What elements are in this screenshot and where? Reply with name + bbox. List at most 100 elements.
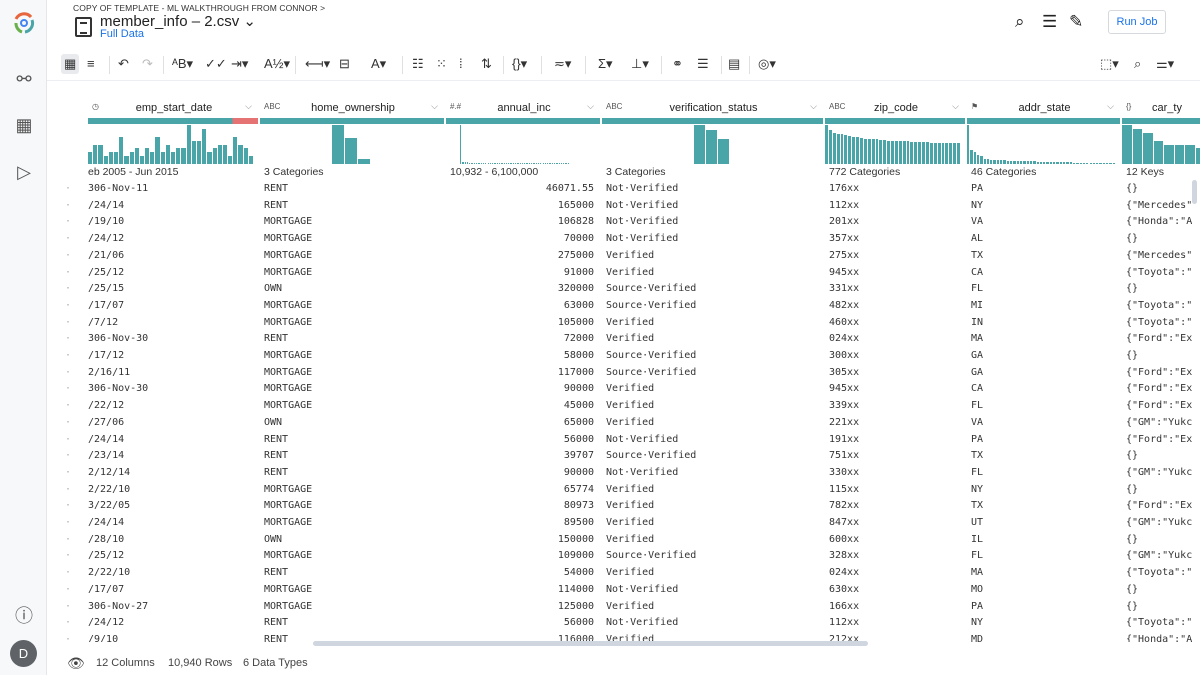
- histogram-bar[interactable]: [1043, 161, 1046, 164]
- histogram-bar[interactable]: [248, 156, 253, 164]
- histogram-bar[interactable]: [103, 156, 108, 164]
- cell[interactable]: Not·Verified: [606, 230, 823, 247]
- cell[interactable]: 320000: [446, 280, 594, 297]
- histogram-bar[interactable]: [487, 162, 489, 164]
- histogram-bar[interactable]: [544, 162, 547, 164]
- histogram-bar[interactable]: [1056, 162, 1059, 164]
- chevron-down-icon[interactable]: ⌵: [810, 101, 817, 112]
- histogram-bar[interactable]: [1195, 148, 1200, 164]
- histogram-bar[interactable]: [953, 143, 957, 164]
- chevron-down-icon[interactable]: ⌵: [1107, 101, 1114, 112]
- histogram-bar[interactable]: [983, 158, 986, 164]
- histogram-bar[interactable]: [119, 136, 124, 164]
- histogram-bar[interactable]: [542, 162, 544, 164]
- histogram-bar[interactable]: [567, 162, 569, 164]
- histogram-bar[interactable]: [1164, 144, 1174, 164]
- jobs-play-icon[interactable]: ▷: [12, 160, 36, 184]
- histogram-bar[interactable]: [848, 135, 852, 164]
- cell[interactable]: 2/22/10: [88, 564, 254, 581]
- cell[interactable]: 166xx: [829, 598, 965, 615]
- avatar[interactable]: D: [10, 640, 37, 667]
- column-header-annual_inc[interactable]: #.# annual_inc ⌵: [446, 99, 602, 117]
- histogram-bar[interactable]: [1069, 162, 1072, 164]
- cell[interactable]: /23/14: [88, 447, 254, 464]
- cell[interactable]: {}: [1126, 581, 1200, 598]
- histogram-bar[interactable]: [1063, 162, 1066, 164]
- histogram-bar[interactable]: [551, 162, 553, 164]
- cell[interactable]: /25/12: [88, 547, 254, 564]
- cell[interactable]: Not·Verified: [606, 431, 823, 448]
- hierarchy-icon[interactable]: ⊥▾: [631, 54, 649, 74]
- cell[interactable]: UT: [971, 514, 1120, 531]
- histogram-bar[interactable]: [526, 162, 528, 164]
- cell[interactable]: 46071.55: [446, 180, 594, 197]
- histogram-bar[interactable]: [345, 138, 357, 164]
- histogram-bar[interactable]: [196, 140, 202, 164]
- histogram-bar[interactable]: [863, 138, 867, 164]
- cell[interactable]: MORTGAGE: [264, 380, 444, 397]
- cell[interactable]: MORTGAGE: [264, 397, 444, 414]
- cell[interactable]: 105000: [446, 314, 594, 331]
- histogram-bar[interactable]: [492, 162, 494, 164]
- cell[interactable]: {"Toyota":": [1126, 314, 1200, 331]
- cell[interactable]: Not·Verified: [606, 213, 823, 230]
- cell[interactable]: /25/15: [88, 280, 254, 297]
- histogram-bar[interactable]: [1072, 162, 1076, 164]
- cell[interactable]: 114000: [446, 581, 594, 598]
- cell[interactable]: 125000: [446, 598, 594, 615]
- table-row[interactable]: · 306-Nov-30 MORTGAGE 90000 Verified 945xx CA {…: [47, 380, 1200, 397]
- help-icon[interactable]: ⓘ: [12, 604, 36, 628]
- histogram-bar[interactable]: [926, 142, 929, 164]
- select-columns-icon[interactable]: ⬚▾: [1100, 54, 1119, 74]
- cell[interactable]: FL: [971, 464, 1120, 481]
- cell[interactable]: /24/12: [88, 230, 254, 247]
- cell[interactable]: {}: [1126, 447, 1200, 464]
- histogram-bar[interactable]: [840, 134, 844, 164]
- cell[interactable]: GA: [971, 347, 1120, 364]
- cell[interactable]: RENT: [264, 447, 444, 464]
- cell[interactable]: VA: [971, 414, 1120, 431]
- cell[interactable]: MORTGAGE: [264, 264, 444, 281]
- histogram-bar[interactable]: [222, 144, 228, 164]
- column-histogram[interactable]: [1122, 124, 1200, 164]
- cell[interactable]: /24/14: [88, 431, 254, 448]
- cell[interactable]: Source·Verified: [606, 447, 823, 464]
- histogram-bar[interactable]: [540, 162, 542, 164]
- table-row[interactable]: · 2/12/14 RENT 90000 Not·Verified 330xx FL {"GM…: [47, 464, 1200, 481]
- histogram-bar[interactable]: [155, 136, 160, 164]
- histogram-bar[interactable]: [243, 148, 248, 164]
- cell[interactable]: 300xx: [829, 347, 965, 364]
- cell[interactable]: {"Ford":"Ex: [1126, 330, 1200, 347]
- histogram-bar[interactable]: [1096, 162, 1099, 164]
- cell[interactable]: MORTGAGE: [264, 247, 444, 264]
- cell[interactable]: PA: [971, 431, 1120, 448]
- histogram-bar[interactable]: [1089, 162, 1092, 164]
- cell[interactable]: RENT: [264, 564, 444, 581]
- column-header-zip_code[interactable]: ABC zip_code ⌵: [825, 99, 967, 117]
- column-histogram[interactable]: [88, 124, 254, 164]
- cell[interactable]: 330xx: [829, 464, 965, 481]
- insert-row-icon[interactable]: ☷: [412, 54, 424, 74]
- cell[interactable]: PA: [971, 180, 1120, 197]
- cell[interactable]: Not·Verified: [606, 197, 823, 214]
- histogram-bar[interactable]: [503, 162, 505, 164]
- histogram-bar[interactable]: [560, 162, 563, 164]
- histogram-bar[interactable]: [150, 152, 155, 164]
- cell[interactable]: 221xx: [829, 414, 965, 431]
- histogram-bar[interactable]: [171, 152, 176, 164]
- cell[interactable]: FL: [971, 397, 1120, 414]
- cell[interactable]: TX: [971, 247, 1120, 264]
- table-row[interactable]: · 306-Nov-27 MORTGAGE 125000 Verified 166xx PA…: [47, 598, 1200, 615]
- cell[interactable]: Verified: [606, 598, 823, 615]
- cell[interactable]: Verified: [606, 380, 823, 397]
- cell[interactable]: 65000: [446, 414, 594, 431]
- histogram-bar[interactable]: [98, 144, 103, 164]
- cell[interactable]: 54000: [446, 564, 594, 581]
- column-header-verification_status[interactable]: ABC verification_status ⌵: [602, 99, 825, 117]
- histogram-bar[interactable]: [471, 162, 473, 164]
- table-row[interactable]: · /22/12 MORTGAGE 45000 Verified 339xx FL {"For…: [47, 397, 1200, 414]
- list-view-icon[interactable]: ≡: [87, 54, 95, 74]
- chevron-down-icon[interactable]: ⌵: [245, 101, 252, 112]
- cell[interactable]: 65774: [446, 481, 594, 498]
- histogram-bar[interactable]: [1099, 162, 1102, 164]
